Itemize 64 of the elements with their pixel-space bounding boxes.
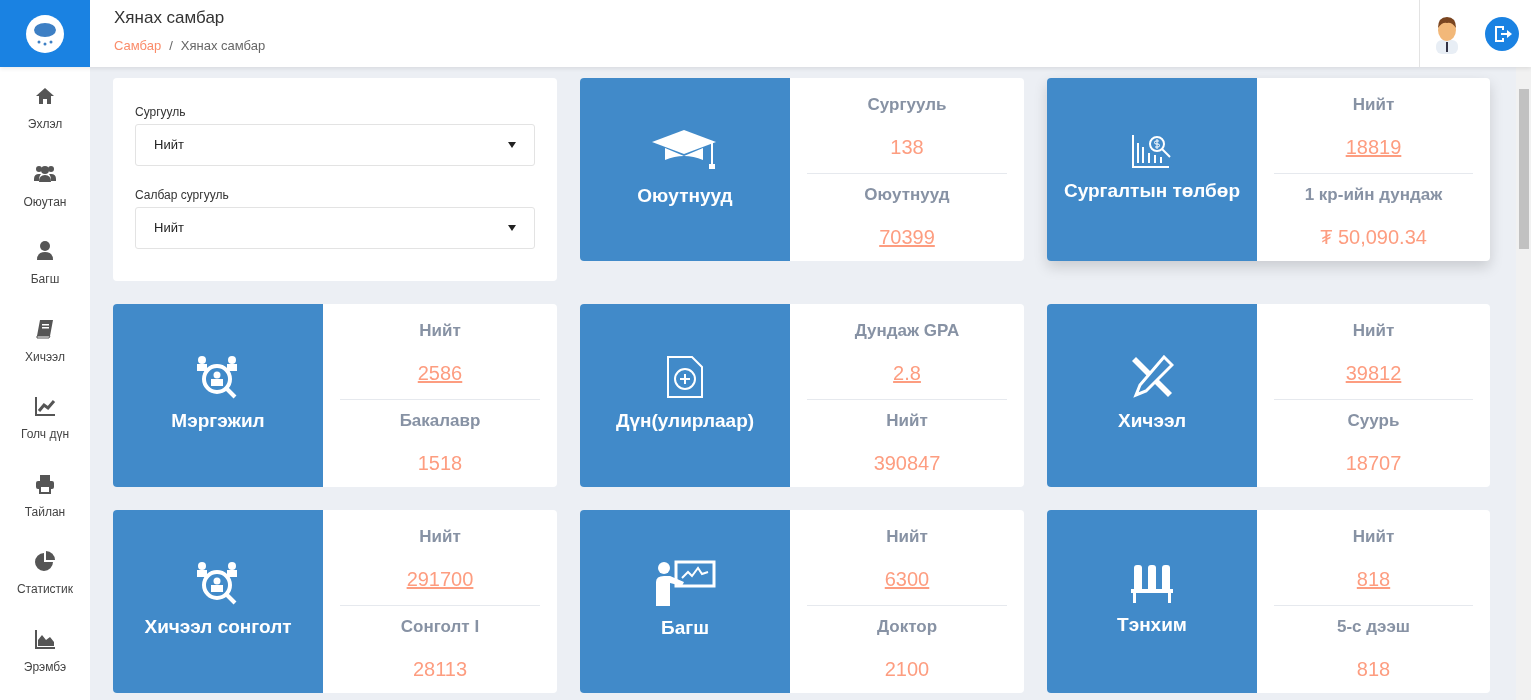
stat-label: Сургууль — [867, 94, 947, 116]
card-title: Хичээл — [1118, 409, 1186, 434]
sidebar-item[interactable]: Статистик — [0, 532, 90, 610]
stat-value: 18707 — [1345, 450, 1402, 476]
card-title: Сургалтын төлбөр — [1063, 179, 1241, 204]
sidebar-item[interactable]: Оюутан — [0, 144, 90, 222]
stat-label: Нийт — [886, 526, 928, 548]
line-chart-icon — [34, 395, 56, 417]
stat-label: Нийт — [1352, 320, 1395, 342]
stat-label: Нийт — [419, 526, 461, 548]
caret-icon — [508, 142, 516, 148]
stat-label: 1 кр-ийн дундаж — [1304, 184, 1443, 206]
page-title: Хянах самбар — [114, 8, 226, 28]
sidebar-item[interactable]: Тайлан — [0, 454, 90, 532]
book-icon — [34, 317, 56, 340]
stat-label: 5-с дээш — [1337, 616, 1410, 638]
card-title: Хичээл сонголт — [144, 615, 292, 640]
pencil-ruler-icon — [1130, 355, 1174, 400]
stat-value: 28113 — [412, 656, 468, 682]
sidebar-item[interactable]: Хичээл — [0, 299, 90, 377]
card-title: Багш — [661, 616, 709, 641]
caret-icon — [508, 225, 516, 231]
breadcrumb-current: Хянах самбар — [180, 37, 266, 55]
stat-value: 138 — [890, 134, 924, 160]
sidebar-item[interactable]: Эрэмбэ — [0, 609, 90, 687]
home-icon — [34, 85, 56, 107]
stat-label: Нийт — [1352, 94, 1395, 116]
breadcrumb-separator: / — [169, 37, 173, 55]
test-tubes-icon — [1130, 563, 1174, 604]
field-label: Салбар сургууль — [135, 187, 230, 204]
select-field[interactable]: Нийт — [135, 207, 535, 249]
stat-label: Нийт — [886, 410, 928, 432]
select-field[interactable]: Нийт — [135, 124, 535, 166]
stat-label: Доктор — [876, 616, 938, 638]
stat-label: Нийт — [1352, 526, 1395, 548]
stat-label: Бакалавр — [399, 410, 481, 432]
sidebar-item[interactable]: Голч дүн — [0, 377, 90, 455]
stat-label: Сонголт I — [400, 616, 480, 638]
card-title: Тэнхим — [1117, 613, 1187, 638]
printer-icon — [34, 472, 56, 495]
field-label: Сургууль — [135, 104, 187, 121]
money-chart-icon — [1131, 133, 1173, 170]
card-title: Дүн(улирлаар) — [615, 409, 755, 434]
card-title: Оюутнууд — [637, 184, 733, 209]
stat-value: 390847 — [873, 450, 941, 476]
sidebar-item[interactable]: Эхлэл — [0, 67, 90, 145]
stat-value: 2100 — [884, 656, 930, 682]
scrollbar[interactable] — [1516, 67, 1531, 700]
sidebar-item[interactable]: Багш — [0, 222, 90, 300]
card-title: Мэргэжил — [171, 409, 265, 434]
stat-label: Оюутнууд — [864, 184, 950, 206]
stat-value: ₮ 50,090.34 — [1320, 224, 1427, 250]
cloud-logo — [26, 14, 64, 53]
stat-label: Суурь — [1347, 410, 1400, 432]
stat-value: 818 — [1356, 656, 1391, 682]
grade-document-icon — [666, 355, 704, 400]
logout-icon[interactable] — [1485, 16, 1520, 51]
stat-label: Дундаж GPA — [854, 320, 960, 342]
area-chart-icon — [34, 627, 56, 650]
person-icon — [34, 240, 56, 262]
pie-chart-icon — [34, 550, 56, 572]
teacher-board-icon — [654, 560, 716, 607]
stat-value: 1518 — [417, 450, 463, 476]
stat-label: Нийт — [419, 320, 461, 342]
